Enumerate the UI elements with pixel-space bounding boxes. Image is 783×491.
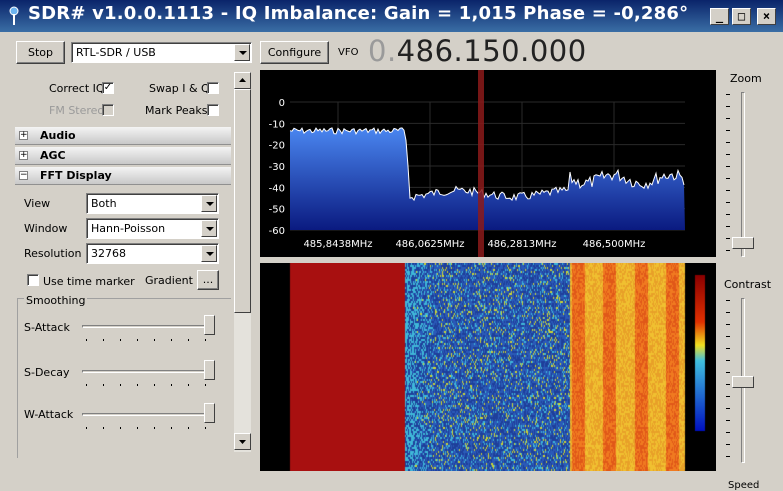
gradient-label: Gradient bbox=[145, 274, 193, 287]
correct-iq-checkbox[interactable]: ✓ bbox=[102, 82, 114, 94]
spectrum-fill bbox=[290, 127, 685, 230]
chevron-down-icon[interactable] bbox=[201, 245, 217, 262]
s-decay-label: S-Decay bbox=[24, 366, 70, 379]
zoom-slider[interactable] bbox=[726, 92, 758, 262]
slider-track bbox=[82, 325, 212, 328]
slider-ticks bbox=[86, 339, 212, 341]
x-tick-label: 486,0625MHz bbox=[395, 239, 464, 250]
spectrum-analyzer[interactable]: 0 -10 -20 -30 -40 -50 -60 485,8438MHz 486,0625MH… bbox=[260, 70, 716, 257]
s-attack-slider[interactable] bbox=[82, 313, 222, 343]
scroll-up-icon[interactable] bbox=[234, 72, 251, 89]
x-tick-label: 485,8438MHz bbox=[303, 239, 372, 250]
fm-stereo-checkbox bbox=[102, 104, 114, 116]
y-tick-label: -60 bbox=[269, 226, 285, 237]
y-tick-label: -50 bbox=[269, 205, 285, 216]
w-attack-slider[interactable] bbox=[82, 401, 222, 431]
s-attack-label: S-Attack bbox=[24, 321, 70, 334]
title-bar[interactable]: SDR# v1.0.0.1113 - IQ Imbalance: Gain = … bbox=[0, 0, 783, 32]
slider-ticks bbox=[726, 94, 730, 256]
resolution-select[interactable]: 32768 bbox=[86, 243, 219, 264]
speed-label: Speed bbox=[728, 480, 760, 491]
mark-peaks-checkbox[interactable] bbox=[207, 104, 219, 116]
s-attack-thumb[interactable] bbox=[204, 315, 216, 335]
agc-section-header[interactable]: + AGC bbox=[15, 147, 231, 165]
zoom-thumb[interactable] bbox=[732, 237, 754, 249]
window-label: Window bbox=[24, 222, 68, 235]
s-decay-thumb[interactable] bbox=[204, 360, 216, 380]
w-attack-thumb[interactable] bbox=[204, 403, 216, 423]
window-select[interactable]: Hann-Poisson bbox=[86, 218, 219, 239]
waterfall-canvas[interactable] bbox=[260, 263, 716, 471]
close-button[interactable]: × bbox=[757, 8, 776, 25]
app-antenna-icon bbox=[9, 6, 19, 25]
collapse-icon: − bbox=[19, 170, 28, 180]
vfo-prefix: 0. bbox=[368, 34, 397, 68]
window-title: SDR# v1.0.0.1113 - IQ Imbalance: Gain = … bbox=[28, 3, 689, 24]
s-decay-slider[interactable] bbox=[82, 358, 222, 388]
view-select[interactable]: Both bbox=[86, 193, 219, 214]
audio-section-title: Audio bbox=[40, 129, 76, 142]
x-tick-label: 486,500MHz bbox=[583, 239, 646, 250]
contrast-slider[interactable] bbox=[726, 298, 758, 468]
view-select-value: Both bbox=[91, 197, 117, 210]
slider-ticks bbox=[86, 427, 212, 429]
y-tick-label: -10 bbox=[269, 119, 285, 130]
configure-button[interactable]: Configure bbox=[260, 41, 329, 64]
sdrsharp-window: SDR# v1.0.0.1113 - IQ Imbalance: Gain = … bbox=[0, 0, 783, 491]
maximize-button[interactable]: □ bbox=[732, 8, 751, 25]
gradient-button[interactable]: ... bbox=[197, 270, 219, 290]
stop-button[interactable]: Stop bbox=[16, 41, 65, 64]
slider-ticks bbox=[86, 384, 212, 386]
mark-peaks-label: Mark Peaks bbox=[145, 104, 208, 117]
window-select-value: Hann-Poisson bbox=[91, 222, 166, 235]
smoothing-label: Smoothing bbox=[24, 294, 88, 307]
audio-section-header[interactable]: + Audio bbox=[15, 127, 231, 145]
chevron-down-icon[interactable] bbox=[234, 44, 250, 61]
time-marker-label: Use time marker bbox=[43, 275, 135, 288]
contrast-label: Contrast bbox=[724, 278, 772, 291]
source-select[interactable]: RTL-SDR / USB bbox=[71, 42, 252, 63]
resolution-label: Resolution bbox=[24, 247, 82, 260]
panel-scrollbar[interactable] bbox=[234, 72, 251, 452]
fft-section-title: FFT Display bbox=[40, 169, 112, 182]
time-marker-checkbox[interactable] bbox=[27, 274, 39, 286]
minimize-button[interactable]: _ bbox=[710, 8, 729, 25]
vfo-value: 486.150.000 bbox=[396, 34, 587, 68]
slider-track bbox=[82, 370, 212, 373]
y-tick-label: 0 bbox=[279, 98, 285, 109]
zoom-label: Zoom bbox=[730, 72, 762, 85]
slider-ticks bbox=[726, 300, 730, 462]
contrast-thumb[interactable] bbox=[732, 376, 754, 389]
scroll-down-icon[interactable] bbox=[234, 433, 251, 450]
y-tick-label: -30 bbox=[269, 162, 285, 173]
expand-icon: + bbox=[19, 130, 28, 140]
waterfall-display[interactable] bbox=[260, 263, 716, 471]
fft-section-header[interactable]: − FFT Display bbox=[15, 167, 231, 185]
x-tick-label: 486,2813MHz bbox=[487, 239, 556, 250]
vfo-frequency-display[interactable]: 0.486.150.000 bbox=[368, 34, 587, 68]
view-label: View bbox=[24, 197, 51, 210]
agc-section-title: AGC bbox=[40, 149, 66, 162]
spectrum-plot[interactable]: 0 -10 -20 -30 -40 -50 -60 485,8438MHz 486,0625MH… bbox=[260, 70, 716, 257]
swap-iq-label: Swap I & Q bbox=[149, 82, 210, 95]
slider-track bbox=[82, 413, 212, 416]
resolution-select-value: 32768 bbox=[91, 247, 126, 260]
source-select-value: RTL-SDR / USB bbox=[76, 46, 156, 59]
slider-track bbox=[741, 92, 745, 257]
fm-stereo-label: FM Stereo bbox=[49, 104, 105, 117]
y-tick-label: -20 bbox=[269, 141, 285, 152]
chevron-down-icon[interactable] bbox=[201, 195, 217, 212]
w-attack-label: W-Attack bbox=[24, 408, 74, 421]
vfo-cursor bbox=[478, 70, 484, 257]
scroll-thumb[interactable] bbox=[234, 89, 251, 313]
expand-icon: + bbox=[19, 150, 28, 160]
swap-iq-checkbox[interactable] bbox=[207, 82, 219, 94]
chevron-down-icon[interactable] bbox=[201, 220, 217, 237]
y-tick-label: -40 bbox=[269, 183, 285, 194]
vfo-label: VFO bbox=[338, 47, 359, 58]
correct-iq-label: Correct IQ bbox=[49, 82, 105, 95]
